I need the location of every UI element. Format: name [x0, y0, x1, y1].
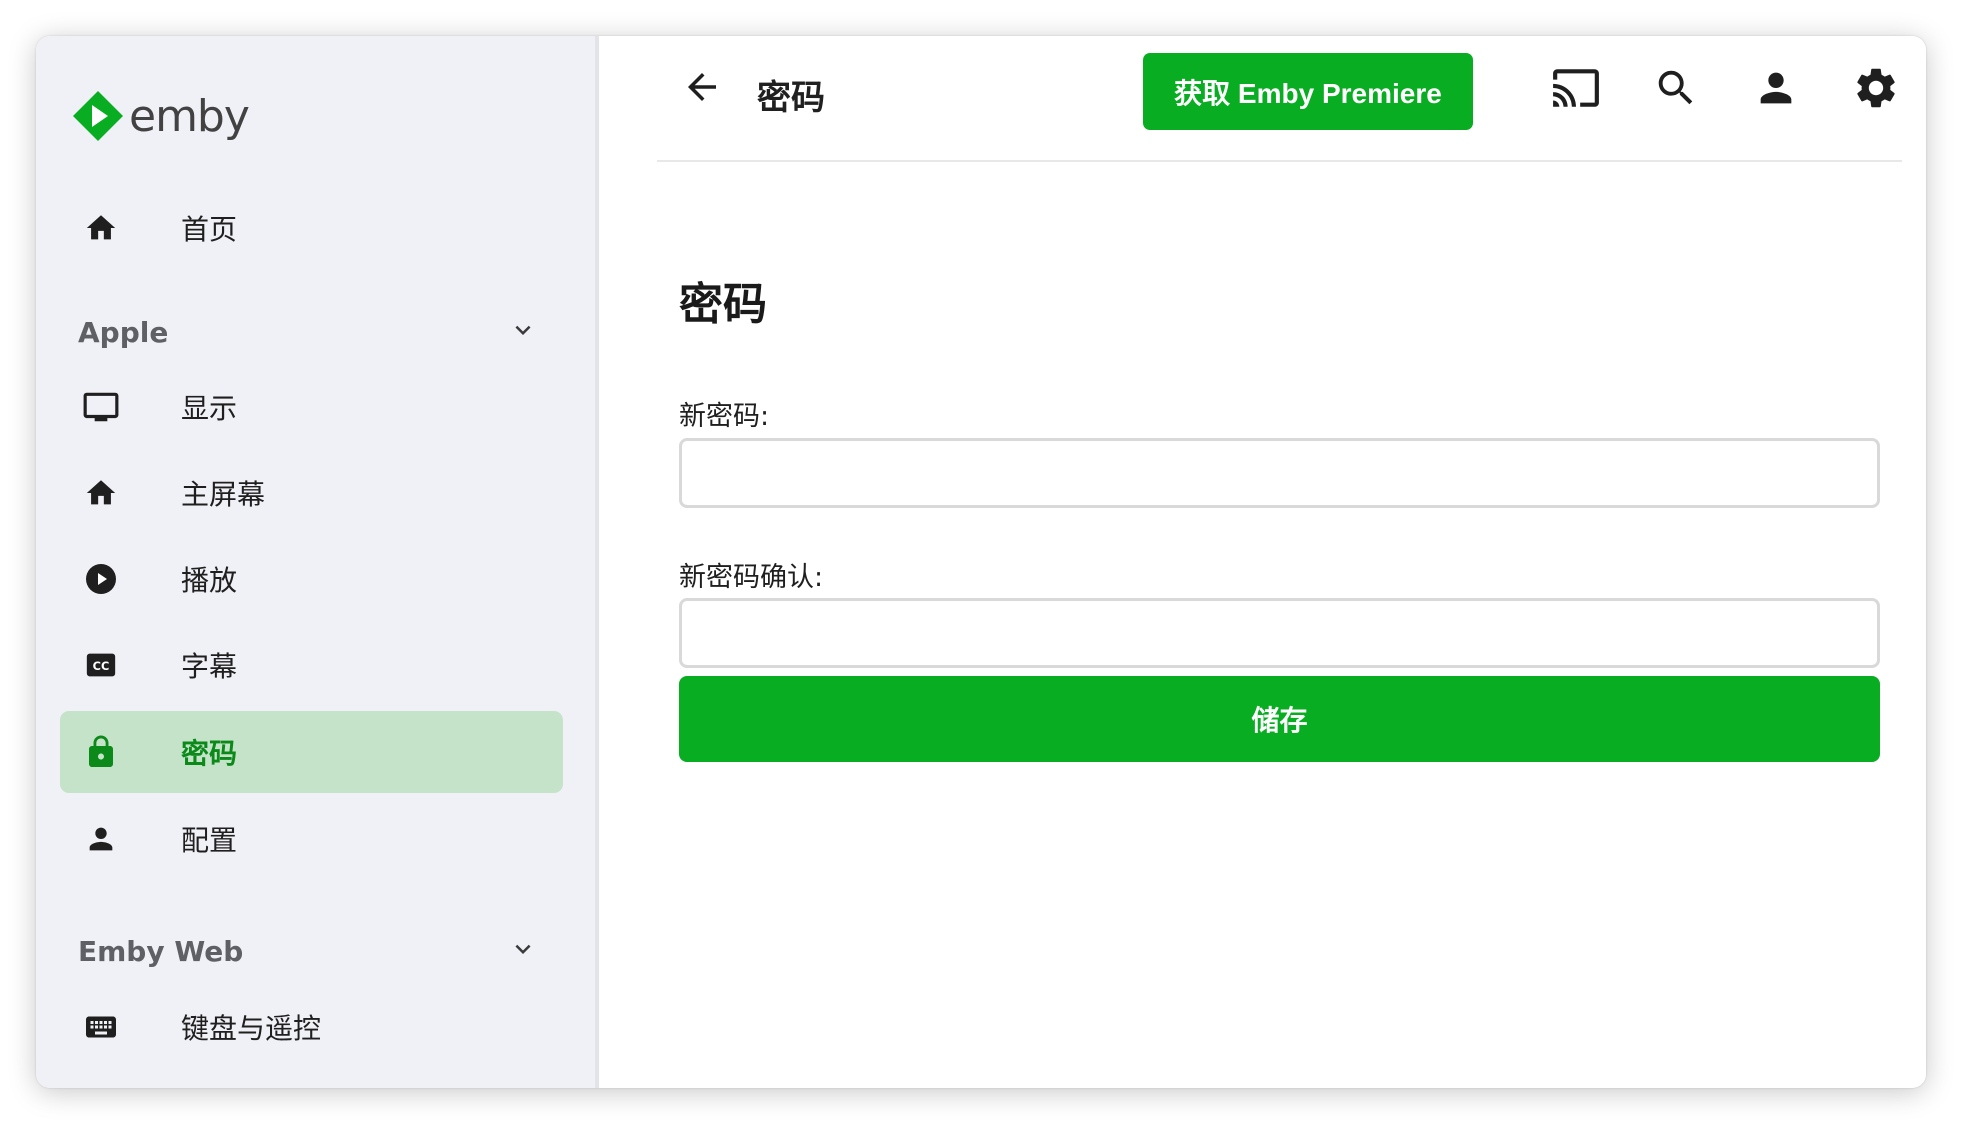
play-circle-icon — [82, 560, 120, 598]
page-title: 密码 — [679, 279, 767, 330]
svg-text:CC: CC — [93, 659, 110, 673]
new-password-input[interactable] — [679, 438, 1880, 508]
sidebar-item-label: 主屏幕 — [181, 478, 266, 511]
new-password-label: 新密码: — [679, 401, 770, 432]
sidebar-item-label: 字幕 — [181, 650, 238, 683]
back-button[interactable] — [679, 66, 725, 112]
header-title: 密码 — [757, 78, 825, 118]
sidebar-item-label: 密码 — [181, 737, 238, 770]
sidebar-item-home-screen[interactable]: 主屏幕 — [60, 452, 563, 534]
confirm-password-label: 新密码确认: — [679, 562, 824, 593]
top-bar: 密码 获取 Emby Premiere — [657, 36, 1902, 162]
monitor-icon — [82, 388, 120, 426]
sidebar-item-label: 配置 — [181, 824, 238, 857]
sidebar-item-home[interactable]: 首页 — [60, 187, 563, 269]
sidebar-item-label: 播放 — [181, 564, 238, 597]
sidebar-item-password[interactable]: 密码 — [60, 711, 563, 793]
section-header-apple[interactable]: Apple — [78, 307, 558, 357]
chevron-down-icon — [508, 315, 538, 349]
sidebar-item-playback[interactable]: 播放 — [60, 538, 563, 620]
section-title: Emby Web — [78, 934, 244, 968]
sidebar-item-label: 首页 — [181, 213, 238, 246]
section-title: Apple — [78, 315, 169, 349]
save-button[interactable]: 储存 — [679, 676, 1880, 762]
search-icon — [1653, 65, 1699, 115]
keyboard-icon — [82, 1008, 120, 1046]
settings-button[interactable] — [1848, 62, 1904, 118]
settings-gear-icon — [1852, 64, 1900, 116]
home-icon — [82, 474, 120, 512]
search-button[interactable] — [1648, 62, 1704, 118]
cast-button[interactable] — [1548, 62, 1604, 118]
confirm-password-input[interactable] — [679, 598, 1880, 668]
sidebar-item-subtitles[interactable]: CC 字幕 — [60, 624, 563, 706]
app-window: emby 首页 Apple 显示 主屏幕 播放 CC 字幕 密码 配置 Emby… — [36, 36, 1926, 1088]
user-button[interactable] — [1748, 62, 1804, 118]
user-icon — [1753, 65, 1799, 115]
cast-icon — [1551, 63, 1601, 117]
main-panel: 密码 获取 Emby Premiere 密码 新密码: 新密码确认: 储存 — [599, 36, 1926, 1088]
get-emby-premiere-button[interactable]: 获取 Emby Premiere — [1143, 53, 1473, 130]
arrow-back-icon — [681, 66, 723, 112]
logo-text: emby — [129, 90, 250, 142]
sidebar-item-label: 显示 — [181, 392, 238, 425]
person-icon — [82, 820, 120, 858]
closed-caption-icon: CC — [82, 646, 120, 684]
lock-icon — [82, 733, 120, 771]
sidebar-item-profile[interactable]: 配置 — [60, 798, 563, 880]
sidebar: emby 首页 Apple 显示 主屏幕 播放 CC 字幕 密码 配置 Emby… — [36, 36, 599, 1088]
sidebar-item-label: 键盘与遥控 — [181, 1012, 322, 1045]
home-icon — [82, 209, 120, 247]
emby-logo-icon — [73, 91, 123, 141]
sidebar-item-display[interactable]: 显示 — [60, 366, 563, 448]
chevron-down-icon — [508, 934, 538, 968]
sidebar-item-keyboard-remote[interactable]: 键盘与遥控 — [60, 986, 563, 1068]
emby-logo[interactable]: emby — [71, 84, 250, 148]
section-header-emby-web[interactable]: Emby Web — [78, 926, 558, 976]
